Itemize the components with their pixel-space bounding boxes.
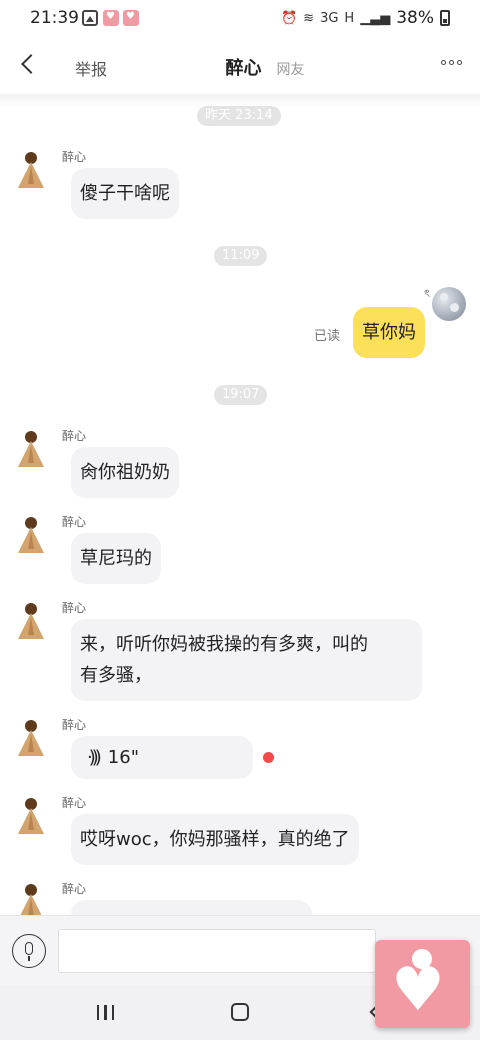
sender-name: 醉心 <box>62 601 87 615</box>
sender-name: 醉心 <box>62 718 87 732</box>
recent-apps-bar <box>104 1005 107 1020</box>
unread-dot <box>263 752 274 763</box>
battery-level: 38% <box>396 8 434 28</box>
avatar[interactable] <box>14 884 50 915</box>
recent-apps-icon <box>97 1005 100 1020</box>
message-line: 有多骚， <box>80 665 152 686</box>
avatar[interactable] <box>14 798 50 838</box>
contact-name: 醉心 <box>225 58 262 79</box>
avatar[interactable] <box>14 431 50 471</box>
avatar[interactable] <box>14 603 50 643</box>
status-right: ⏰ ≋ 3G H ▁▃▅ 38% <box>281 8 450 28</box>
timestamp-pill: 昨天 23:14 <box>197 106 281 126</box>
read-status: 已读 <box>313 329 340 344</box>
message-bubble[interactable] <box>71 900 312 915</box>
network-h-label: H <box>344 10 355 26</box>
alarm-icon: ⏰ <box>280 10 298 26</box>
message-glyph: ৎ <box>424 287 430 300</box>
header-title-area: 醉心 网友 <box>0 54 480 80</box>
more-dots-icon <box>441 60 446 65</box>
floating-app-icon[interactable]: ♥ <box>375 940 470 1028</box>
message-bubble[interactable]: 来，听听你妈被我操的有多爽，叫的 有多骚， <box>71 619 422 701</box>
message-bubble[interactable]: 傻子干啥呢 <box>71 168 179 219</box>
battery-icon <box>440 10 450 26</box>
avatar[interactable] <box>14 720 50 760</box>
more-dot <box>457 60 462 65</box>
message-line: 来，听听你妈被我操的有多爽，叫的 <box>80 634 368 655</box>
sender-name: 醉心 <box>62 429 87 443</box>
wifi-icon: ≋ <box>303 10 315 26</box>
avatar[interactable] <box>14 517 50 557</box>
heart-icon: ♥ <box>391 955 445 1025</box>
contact-relation: 网友 <box>276 62 305 78</box>
image-icon <box>82 10 98 26</box>
message-bubble[interactable]: 草尼玛的 <box>71 533 161 584</box>
timestamp-pill: 19:07 <box>214 385 268 405</box>
avatar[interactable] <box>432 287 466 321</box>
chat-list[interactable]: 昨天 23:14 醉心 傻子干啥呢 11:09 ৎ 已读 草你妈 19:07 醉… <box>0 100 480 915</box>
app-heart-icon <box>123 10 139 26</box>
sender-name: 醉心 <box>62 515 87 529</box>
chat-header: 举报 醉心 网友 <box>0 36 480 94</box>
network-3g-label: 3G <box>320 10 339 26</box>
avatar[interactable] <box>14 152 50 192</box>
status-bar: 21:39 ⏰ ≋ 3G H ▁▃▅ 38% <box>0 0 480 36</box>
recent-apps-button[interactable] <box>97 1005 115 1020</box>
home-button[interactable] <box>231 1003 249 1021</box>
message-bubble[interactable]: 草你妈 <box>353 307 425 358</box>
microphone-stand <box>28 956 30 961</box>
recent-apps-bar <box>111 1005 115 1020</box>
signal-icon: ▁▃▅ <box>360 10 391 26</box>
status-time: 21:39 <box>30 8 79 28</box>
sender-name: 醉心 <box>62 150 87 164</box>
app-heart-icon <box>103 10 119 26</box>
message-input[interactable] <box>58 929 376 973</box>
message-bubble[interactable]: 哎呀woc，你妈那骚样，真的绝了 <box>71 814 359 865</box>
sender-name: 醉心 <box>62 882 87 896</box>
timestamp-pill: 11:09 <box>214 246 268 266</box>
sender-name: 醉心 <box>62 796 87 810</box>
microphone-button[interactable] <box>12 934 46 968</box>
voice-wave-icon: ·))) <box>87 747 102 768</box>
more-button[interactable] <box>441 60 462 65</box>
microphone-icon <box>25 942 33 955</box>
message-bubble[interactable]: 肏你祖奶奶 <box>71 447 179 498</box>
more-dot <box>449 60 454 65</box>
voice-duration: 16" <box>107 747 139 768</box>
voice-message[interactable]: ·))) 16" <box>71 736 253 779</box>
